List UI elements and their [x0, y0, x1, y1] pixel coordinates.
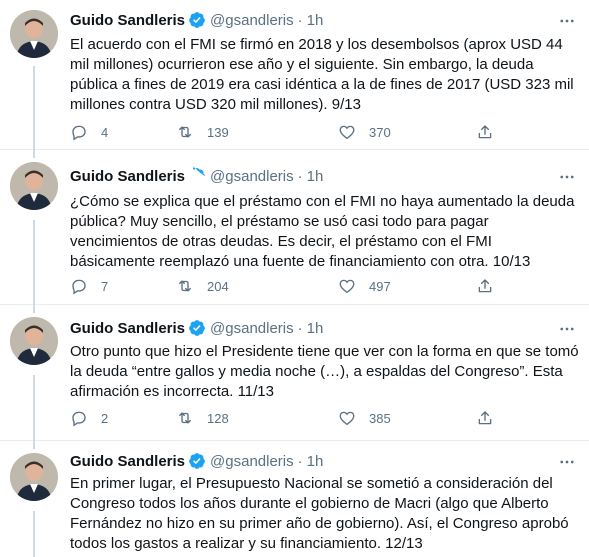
timestamp[interactable]: 1h: [307, 168, 324, 185]
retweet-button[interactable]: 139: [176, 123, 229, 141]
heart-icon: [338, 409, 356, 427]
avatar[interactable]: [10, 10, 58, 58]
reply-count: 2: [101, 410, 109, 426]
tweet-actions: 4 139 370: [70, 122, 510, 142]
share-button[interactable]: [476, 123, 494, 141]
reply-button[interactable]: 4: [70, 123, 108, 141]
more-options-icon[interactable]: [557, 453, 577, 473]
timestamp[interactable]: 1h: [307, 453, 324, 470]
tweet-actions: 7 204 497: [70, 276, 510, 296]
tweet-header: Guido Sandleris @gsandleris · 1h: [70, 10, 323, 30]
more-options-icon[interactable]: [557, 320, 577, 340]
like-count: 370: [369, 124, 391, 140]
like-button[interactable]: 385: [338, 409, 391, 427]
author-name[interactable]: Guido Sandleris: [70, 168, 185, 185]
more-options-icon[interactable]: [557, 12, 577, 32]
tweet-10[interactable]: Guido Sandleris @gsandleris · 1h ¿Cómo s…: [0, 150, 589, 305]
author-handle[interactable]: @gsandleris: [210, 12, 294, 29]
thread-line: [33, 305, 35, 313]
tweet-header: Guido Sandleris @gsandleris · 1h: [70, 166, 323, 186]
author-handle[interactable]: @gsandleris: [210, 453, 294, 470]
like-button[interactable]: 370: [338, 123, 391, 141]
separator: ·: [297, 319, 303, 337]
share-icon: [476, 123, 494, 141]
avatar[interactable]: [10, 162, 58, 210]
retweet-icon: [176, 123, 194, 141]
like-count: 385: [369, 410, 391, 426]
like-count: 497: [369, 278, 391, 294]
timestamp[interactable]: 1h: [307, 320, 324, 337]
tweet-9[interactable]: Guido Sandleris @gsandleris · 1h El acue…: [0, 0, 589, 150]
avatar[interactable]: [10, 317, 58, 365]
share-button[interactable]: [476, 409, 494, 427]
timestamp[interactable]: 1h: [307, 12, 324, 29]
thread-line: [33, 66, 35, 150]
retweet-icon: [176, 277, 194, 295]
author-handle[interactable]: @gsandleris: [210, 168, 294, 185]
retweet-icon: [176, 409, 194, 427]
tweet-thread: Guido Sandleris @gsandleris · 1h El acue…: [0, 0, 589, 557]
verified-badge-icon: [188, 319, 206, 337]
tweet-text: El acuerdo con el FMI se firmó en 2018 y…: [70, 36, 574, 113]
retweet-button[interactable]: 128: [176, 409, 229, 427]
verified-badge-icon: [188, 11, 206, 29]
separator: ·: [297, 11, 303, 29]
more-options-icon[interactable]: [557, 168, 577, 188]
tweet-11[interactable]: Guido Sandleris @gsandleris · 1h Otro pu…: [0, 305, 589, 441]
thread-line: [33, 375, 35, 441]
like-button[interactable]: 497: [338, 277, 391, 295]
reply-count: 4: [101, 124, 109, 140]
author-name[interactable]: Guido Sandleris: [70, 320, 185, 337]
retweet-count: 128: [207, 410, 229, 426]
author-name[interactable]: Guido Sandleris: [70, 453, 185, 470]
verified-badge-icon: [188, 167, 206, 185]
tweet-text: Otro punto que hizo el Presidente tiene …: [70, 343, 579, 400]
tweet-actions: 2 128 385: [70, 408, 510, 428]
thread-line: [33, 220, 35, 305]
retweet-count: 204: [207, 278, 229, 294]
tweet-header: Guido Sandleris @gsandleris · 1h: [70, 318, 323, 338]
thread-line: [33, 150, 35, 158]
heart-icon: [338, 123, 356, 141]
separator: ·: [297, 452, 303, 470]
reply-icon: [70, 123, 88, 141]
thread-line: [33, 511, 35, 557]
reply-icon: [70, 277, 88, 295]
heart-icon: [338, 277, 356, 295]
author-handle[interactable]: @gsandleris: [210, 320, 294, 337]
thread-line: [33, 441, 35, 449]
tweet-text: En primer lugar, el Presupuesto Nacional…: [70, 475, 569, 552]
reply-count: 7: [101, 278, 109, 294]
tweet-header: Guido Sandleris @gsandleris · 1h: [70, 451, 323, 471]
avatar[interactable]: [10, 453, 58, 501]
share-icon: [476, 277, 494, 295]
reply-icon: [70, 409, 88, 427]
separator: ·: [297, 167, 303, 185]
verified-badge-icon: [188, 452, 206, 470]
share-icon: [476, 409, 494, 427]
reply-button[interactable]: 7: [70, 277, 108, 295]
author-name[interactable]: Guido Sandleris: [70, 12, 185, 29]
retweet-count: 139: [207, 124, 229, 140]
tweet-text: ¿Cómo se explica que el préstamo con el …: [70, 193, 575, 270]
tweet-12[interactable]: Guido Sandleris @gsandleris · 1h En prim…: [0, 441, 589, 557]
share-button[interactable]: [476, 277, 494, 295]
reply-button[interactable]: 2: [70, 409, 108, 427]
retweet-button[interactable]: 204: [176, 277, 229, 295]
